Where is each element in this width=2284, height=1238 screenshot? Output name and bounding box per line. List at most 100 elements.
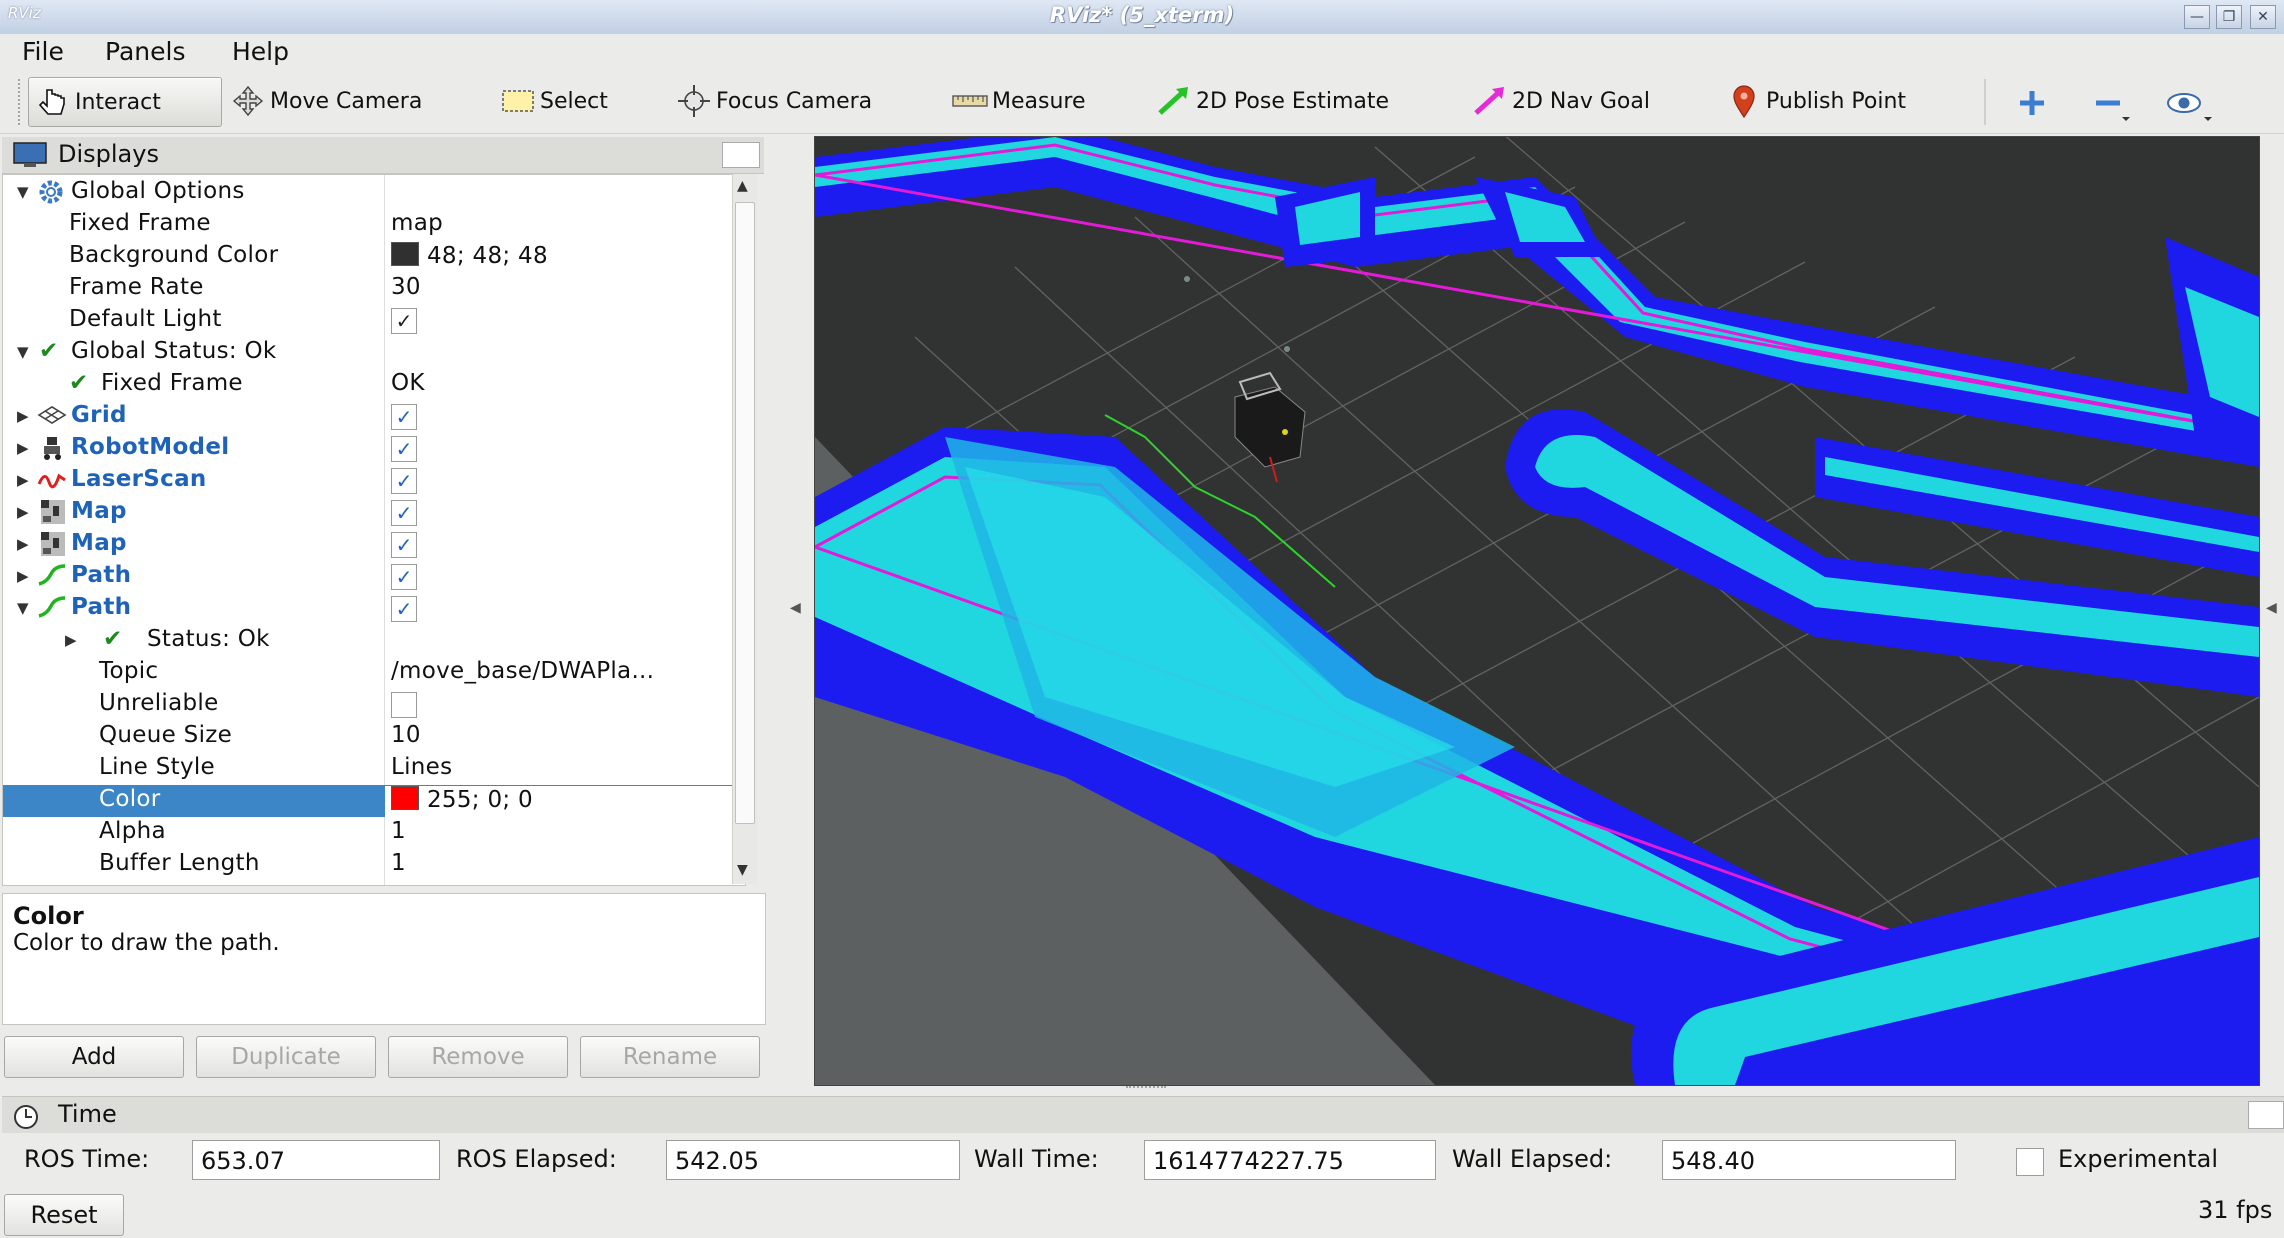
expand-right-icon[interactable]: ▶: [17, 439, 29, 457]
tree-row-unreliable[interactable]: Unreliable: [3, 689, 743, 721]
tree-row-robotmodel[interactable]: ▶ RobotModel ✓: [3, 433, 743, 465]
expand-right-icon[interactable]: ▶: [17, 407, 29, 425]
tree-row-value[interactable]: 30: [391, 274, 421, 300]
menu-help[interactable]: Help: [232, 34, 289, 70]
tree-row-line-style[interactable]: Line Style Lines: [3, 753, 743, 785]
plus-icon[interactable]: [2014, 85, 2050, 121]
expand-right-icon[interactable]: ▶: [17, 567, 29, 585]
tree-row-fixed-frame[interactable]: Fixed Frame map: [3, 209, 743, 241]
maximize-icon[interactable]: ❐: [2216, 5, 2242, 29]
add-button[interactable]: Add: [4, 1036, 184, 1078]
reset-button[interactable]: Reset: [4, 1194, 124, 1236]
tree-row-map-1[interactable]: ▶ Map ✓: [3, 497, 743, 529]
3d-render-view[interactable]: [814, 136, 2260, 1086]
tree-row-value[interactable]: map: [391, 210, 443, 236]
fps-counter: 31 fps: [2198, 1196, 2273, 1224]
checkbox[interactable]: ✓: [391, 532, 417, 558]
checkbox[interactable]: ✓: [391, 308, 417, 334]
tree-row-global-status[interactable]: ▼ ✔ Global Status: Ok: [3, 337, 743, 369]
tree-row-buffer-length[interactable]: Buffer Length 1: [3, 849, 743, 881]
checkbox[interactable]: ✓: [391, 468, 417, 494]
expand-right-icon[interactable]: ▶: [17, 535, 29, 553]
tool-interact[interactable]: Interact: [28, 77, 222, 127]
tree-row-value[interactable]: 255; 0; 0: [385, 786, 743, 818]
tree-row-global-options[interactable]: ▼ Global Options: [3, 177, 743, 209]
tree-row-value[interactable]: 10: [391, 722, 421, 748]
window-title-bar[interactable]: RViz RViz* (5_xterm) — ❐ ✕: [0, 0, 2284, 35]
tool-move-camera[interactable]: Move Camera: [230, 77, 422, 125]
remove-button[interactable]: Remove: [388, 1036, 568, 1078]
tree-row-value[interactable]: 1: [391, 850, 406, 876]
tree-row-path-1[interactable]: ▶ Path ✓: [3, 561, 743, 593]
tree-row-background-color[interactable]: Background Color 48; 48; 48: [3, 241, 743, 273]
3d-scene[interactable]: [815, 137, 2259, 1085]
tree-row-color[interactable]: Color 255; 0; 0: [3, 785, 743, 818]
wall-elapsed-label: Wall Elapsed:: [1452, 1145, 1613, 1173]
wall-time-field[interactable]: 1614774227.75: [1144, 1140, 1436, 1180]
tree-row-topic[interactable]: Topic /move_base/DWAPla...: [3, 657, 743, 689]
collapse-left-icon[interactable]: ◀: [790, 600, 801, 616]
tree-row-queue-size[interactable]: Queue Size 10: [3, 721, 743, 753]
tree-row-default-light[interactable]: Default Light ✓: [3, 305, 743, 337]
tool-select[interactable]: Select: [500, 77, 608, 125]
tree-row-frame-rate[interactable]: Frame Rate 30: [3, 273, 743, 305]
panel-float-button[interactable]: [722, 142, 760, 168]
minus-icon[interactable]: [2090, 85, 2134, 125]
color-swatch: [391, 786, 419, 810]
tree-row-label: Background Color: [69, 242, 279, 268]
tool-2d-nav-goal[interactable]: 2D Nav Goal: [1472, 77, 1650, 125]
checkbox[interactable]: ✓: [391, 596, 417, 622]
tree-row-value[interactable]: 48; 48; 48: [391, 242, 548, 269]
expand-right-icon[interactable]: ▶: [17, 471, 29, 489]
expand-down-icon[interactable]: ▼: [17, 343, 29, 361]
expand-right-icon[interactable]: ▶: [17, 503, 29, 521]
expand-down-icon[interactable]: ▼: [17, 183, 29, 201]
checkbox[interactable]: [391, 692, 417, 718]
expand-right-icon[interactable]: ▶: [65, 631, 77, 649]
checkbox[interactable]: ✓: [391, 564, 417, 590]
checkbox[interactable]: ✓: [391, 500, 417, 526]
tree-row-label: Default Light: [69, 306, 222, 332]
expand-down-icon[interactable]: ▼: [17, 599, 29, 617]
ros-elapsed-field[interactable]: 542.05: [666, 1140, 960, 1180]
tree-row-label: Color: [99, 786, 161, 812]
tree-row-path-2[interactable]: ▼ Path ✓: [3, 593, 743, 625]
tree-row-path-status[interactable]: ▶ ✔ Status: Ok: [3, 625, 743, 657]
checkbox[interactable]: ✓: [391, 404, 417, 430]
tree-row-laserscan[interactable]: ▶ LaserScan ✓: [3, 465, 743, 497]
tool-publish-point[interactable]: Publish Point: [1726, 77, 1906, 125]
menu-panels[interactable]: Panels: [105, 34, 185, 70]
close-icon[interactable]: ✕: [2250, 5, 2276, 29]
panel-float-button[interactable]: [2248, 1101, 2284, 1129]
tree-row-fixed-frame-status[interactable]: ✔ Fixed Frame OK: [3, 369, 743, 401]
ros-time-field[interactable]: 653.07: [192, 1140, 440, 1180]
minimize-icon[interactable]: —: [2184, 5, 2210, 29]
path-icon: [37, 594, 67, 626]
collapse-right-icon[interactable]: ◀: [2266, 600, 2277, 616]
tool-2d-pose-estimate[interactable]: 2D Pose Estimate: [1156, 77, 1389, 125]
tree-row-value[interactable]: /move_base/DWAPla...: [391, 658, 654, 684]
rename-button[interactable]: Rename: [580, 1036, 760, 1078]
experimental-checkbox[interactable]: [2016, 1148, 2044, 1176]
checkbox[interactable]: ✓: [391, 436, 417, 462]
scroll-down-icon[interactable]: ▼: [737, 862, 748, 878]
scroll-thumb[interactable]: [735, 202, 755, 824]
tool-measure[interactable]: Measure: [952, 77, 1086, 125]
tree-row-alpha[interactable]: Alpha 1: [3, 817, 743, 849]
check-icon: ✔: [103, 626, 123, 652]
wall-elapsed-field[interactable]: 548.40: [1662, 1140, 1956, 1180]
eye-icon[interactable]: [2164, 85, 2216, 125]
tree-row-value[interactable]: Lines: [391, 754, 452, 780]
splitter-grip[interactable]: [1126, 1086, 1166, 1092]
tree-row-value[interactable]: 1: [391, 818, 406, 844]
tree-scrollbar[interactable]: ▲ ▼: [732, 174, 757, 884]
tree-row-grid[interactable]: ▶ Grid ✓: [3, 401, 743, 433]
tree-row-map-2[interactable]: ▶ Map ✓: [3, 529, 743, 561]
scroll-up-icon[interactable]: ▲: [737, 178, 748, 194]
toolbar-grip[interactable]: [18, 79, 26, 125]
menu-file[interactable]: File: [22, 34, 64, 70]
tree-row-value: OK: [391, 370, 425, 396]
tool-focus-camera[interactable]: Focus Camera: [676, 77, 872, 125]
displays-tree[interactable]: ▼ Global Options Fixed Frame map Backgro…: [2, 174, 746, 886]
duplicate-button[interactable]: Duplicate: [196, 1036, 376, 1078]
